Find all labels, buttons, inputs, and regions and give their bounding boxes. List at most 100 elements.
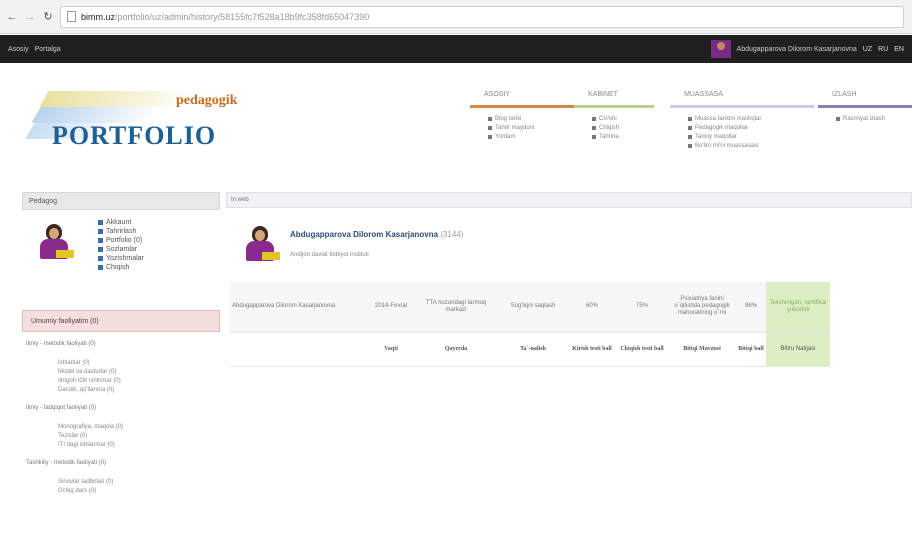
tree-item[interactable]: Sinovlar tadbirlari (0)	[22, 477, 220, 486]
profile-link-messages[interactable]: Yozishmalar	[98, 254, 144, 263]
check-icon	[592, 134, 596, 139]
reload-icon[interactable]: ↻	[42, 10, 54, 23]
menu-item[interactable]: Yordam	[470, 132, 590, 141]
menu-item[interactable]: Chiqish	[574, 123, 654, 132]
mail-icon	[98, 256, 103, 261]
profile-link-edit[interactable]: Tahrirlash	[98, 227, 144, 236]
menu-item[interactable]: Tahrir maydoni	[470, 123, 590, 132]
edit-icon	[488, 125, 492, 130]
user-name[interactable]: Abdugapparova Dilorom Kasarjanovna	[737, 46, 857, 53]
menu-kabinet: KABINET CV/shi Chiqish Tahrirla	[574, 91, 654, 141]
table-cell: 60%	[568, 282, 616, 333]
table-header-cell	[230, 332, 368, 367]
browser-toolbar: ← → ↻ bimm.uz /portfolio/uz/admin/histor…	[0, 0, 912, 34]
teacher-avatar-icon	[34, 220, 76, 262]
lang-en[interactable]: EN	[894, 46, 904, 53]
list-icon	[688, 143, 692, 148]
menu-title-kabinet[interactable]: KABINET	[574, 91, 654, 103]
folder-icon	[98, 238, 103, 243]
activity-tree: Ilmiy - metodik faoliyati (0) Ishlanlar …	[22, 332, 220, 495]
tree-group[interactable]: Tashkiliy - metodik faoliyati (0)	[22, 457, 220, 469]
profile-card: Akkaunt Tahrirlash Portfolio (0) Sozlaml…	[22, 210, 220, 310]
tree-item[interactable]: Tezislar (0)	[22, 431, 220, 440]
menu-item[interactable]: Rasmiyat izlash	[818, 114, 912, 123]
menu-item[interactable]: Muassa tarixini mashqlar	[670, 114, 814, 123]
menu-item[interactable]: Blog tarixi	[470, 114, 590, 123]
forward-icon[interactable]: →	[24, 11, 36, 23]
check-icon	[592, 116, 596, 121]
logo-text-portfolio: PORTFOLIO	[52, 121, 217, 150]
tree-item[interactable]: Monografiya, maqola (0)	[22, 422, 220, 431]
tree-item[interactable]: ITI dagi ishlanmar (0)	[22, 440, 220, 449]
table-cell: 75%	[616, 282, 668, 333]
table-cell: Sog'liqni saqlash	[498, 282, 568, 333]
tree-item[interactable]: Darslik, qo'llanma (0)	[22, 385, 220, 394]
menu-title-izlash[interactable]: IZLASH	[818, 91, 912, 103]
table-header-cell: Kirish testi ball	[568, 332, 616, 367]
menu-item[interactable]: Bo'lim mi'ni muassasasi	[670, 141, 814, 150]
table-cell: Abdugapparova Dilorom Kasarjanovna	[230, 282, 368, 333]
menu-title-muassasa[interactable]: MUASSASA	[670, 91, 814, 103]
help-icon	[488, 134, 492, 139]
breadcrumb[interactable]: In web	[226, 192, 912, 208]
profile-links: Akkaunt Tahrirlash Portfolio (0) Sozlaml…	[98, 218, 144, 272]
table-header-cell: Bitiru Natijasi	[766, 332, 830, 367]
search-icon	[836, 116, 840, 121]
profile-link-account[interactable]: Akkaunt	[98, 218, 144, 227]
menu-bar	[818, 105, 912, 108]
profile-link-settings[interactable]: Sozlamlar	[98, 245, 144, 254]
tree-item[interactable]: Ishlanlar (0)	[22, 358, 220, 367]
portfolio-logo[interactable]: pedagogik PORTFOLIO	[25, 85, 270, 165]
table-header-cell: Bitiqi ball	[736, 332, 766, 367]
sidebar-title: Pedagog	[22, 192, 220, 210]
tree-item[interactable]: Model va dasturlar (0)	[22, 367, 220, 376]
menu-asosiy: ASOSIY Blog tarixi Tahrir maydoni Yordam	[470, 91, 590, 141]
menu-item[interactable]: Tarixiy maqollar	[670, 132, 814, 141]
menu-bar	[670, 105, 814, 108]
table-cell: 86%	[736, 282, 766, 333]
nav-link-home[interactable]: Asosiy	[8, 46, 29, 53]
menu-title-asosiy[interactable]: ASOSIY	[470, 91, 590, 103]
profile-link-logout[interactable]: Chiqish	[98, 263, 144, 272]
tree-item[interactable]: Ochiq dars (0)	[22, 486, 220, 495]
result-cell: Tekshirilgan, sertifikat yuborildi	[766, 282, 830, 333]
history-table: Abdugapparova Dilorom Kasarjanovna 2014-…	[230, 282, 830, 367]
table-header-row: Vaqti Qayerda Ta`-nalish Kirish testi ba…	[230, 332, 830, 367]
activity-section-title[interactable]: Umumiy faoliyatim (0)	[22, 310, 220, 332]
url-host: bimm.uz	[81, 11, 116, 22]
tree-group[interactable]: Ilmiy - metodik faoliyati (0)	[22, 338, 220, 350]
lang-ru[interactable]: RU	[878, 46, 888, 53]
menu-item[interactable]: Pedagogik maqollar	[670, 123, 814, 132]
table-cell: Psixiatriya fanini o`qitishda pedagogik …	[668, 282, 736, 333]
tree-group[interactable]: Ilmiy - tadqiqot faoliyati (0)	[22, 402, 220, 414]
list-icon	[688, 125, 692, 130]
page-icon	[67, 11, 76, 22]
list-icon	[688, 134, 692, 139]
teacher-avatar-icon	[240, 222, 282, 264]
logo-text-pedagogik: pedagogik	[176, 93, 238, 108]
sidebar: Pedagog Akkaunt Tahrirlash Portfolio (0)…	[22, 192, 220, 558]
user-avatar[interactable]	[710, 40, 731, 58]
profile-link-portfolio[interactable]: Portfolio (0)	[98, 236, 144, 245]
edit-icon	[98, 229, 103, 234]
table-header-cell: Bitiqi Mavzusi	[668, 332, 736, 367]
user-icon	[98, 220, 103, 225]
nav-link-portal[interactable]: Portalga	[35, 46, 61, 53]
table-header-cell: Ta`-nalish	[498, 332, 568, 367]
url-path: /portfolio/uz/admin/history/58155fc7f528…	[115, 11, 370, 22]
main-content: In web Abdugapparova Dilorom Kasarjanovn…	[226, 192, 912, 558]
tree-item[interactable]: Ilmgoh IOh ishlnmar (0)	[22, 376, 220, 385]
menu-muassasa: MUASSASA Muassa tarixini mashqlar Pedago…	[670, 91, 814, 150]
back-icon[interactable]: ←	[6, 11, 18, 23]
menu-item[interactable]: CV/shi	[574, 114, 654, 123]
lock-icon	[592, 125, 596, 130]
table-cell: TTA huzuridagi tarmoq markazi	[414, 282, 498, 333]
lang-uz[interactable]: UZ	[863, 46, 872, 53]
top-navbar: Asosiy Portalga Abdugapparova Dilorom Ka…	[0, 35, 912, 63]
person-id: (3144)	[440, 230, 464, 239]
person-name[interactable]: Abdugapparova Dilorom Kasarjanovna (3144…	[290, 230, 463, 239]
menu-izlash: IZLASH Rasmiyat izlash	[818, 91, 912, 123]
wrench-icon	[98, 247, 103, 252]
menu-item[interactable]: Tahrirla	[574, 132, 654, 141]
address-bar[interactable]: bimm.uz /portfolio/uz/admin/history/5815…	[60, 5, 904, 28]
